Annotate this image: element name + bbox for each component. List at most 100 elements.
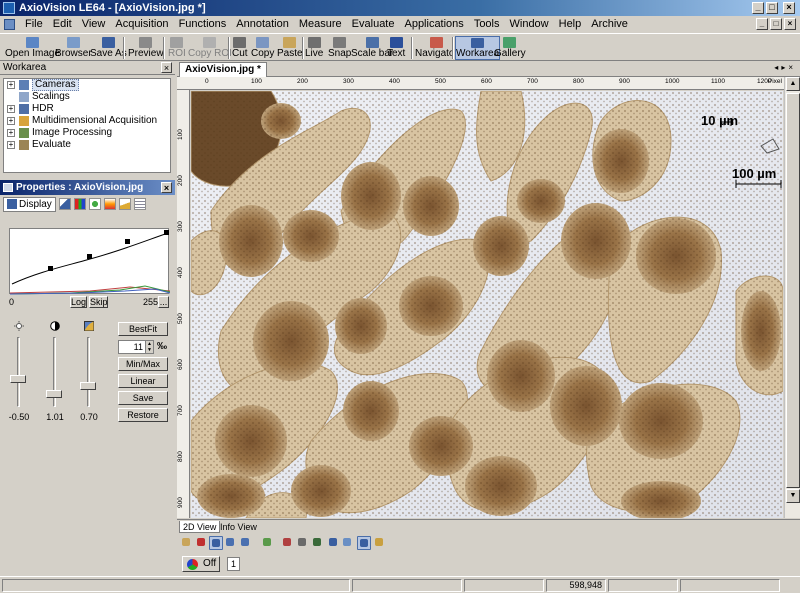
overlay-off-button[interactable]: Off <box>182 556 220 572</box>
menu-tools[interactable]: Tools <box>469 18 505 31</box>
scroll-down-arrow[interactable]: ▼ <box>786 489 800 503</box>
microscope-image[interactable]: 10 µm 100 µm <box>191 91 783 518</box>
toolbar-gallery-button[interactable]: Gallery <box>494 36 526 60</box>
scale-bar-large-label[interactable]: 100 µm <box>732 166 776 181</box>
tab-histogram-icon[interactable] <box>58 198 71 210</box>
tree-item-image-processing[interactable]: + Image Processing <box>4 127 170 139</box>
scroll-thumb[interactable] <box>786 93 800 488</box>
minimize-button[interactable]: _ <box>752 2 764 14</box>
expand-icon[interactable]: + <box>7 81 15 89</box>
region-icon[interactable] <box>341 536 355 550</box>
delete-icon[interactable] <box>195 536 209 550</box>
tree-item-evaluate[interactable]: + Evaluate <box>4 139 170 151</box>
toolbar-roi-button[interactable]: ROI <box>168 36 186 60</box>
tab-2d-view[interactable]: 2D View <box>179 521 221 533</box>
contrast-slider[interactable] <box>45 337 65 407</box>
histogram-more-button[interactable]: ... <box>158 296 169 308</box>
expand-icon[interactable]: + <box>7 117 15 125</box>
close-button[interactable]: × <box>783 2 795 14</box>
linear-button[interactable]: Linear <box>118 374 168 388</box>
toolbar-browser-button[interactable]: Browser <box>55 36 92 60</box>
tree-item-multidimensional-acquisition[interactable]: + Multidimensional Acquisition <box>4 115 170 127</box>
properties-icon <box>3 183 13 192</box>
properties-close-button[interactable]: × <box>161 182 172 193</box>
log-button[interactable]: Log <box>70 296 87 308</box>
permille-spinner[interactable]: ▲ ▼ <box>145 341 153 353</box>
toolbar-save-as-button[interactable]: Save As <box>90 36 127 60</box>
expand-icon[interactable]: + <box>7 129 15 137</box>
menu-evaluate[interactable]: Evaluate <box>347 18 400 31</box>
menu-annotation[interactable]: Annotation <box>231 18 294 31</box>
pan-icon[interactable] <box>180 536 194 550</box>
menu-file[interactable]: File <box>20 18 48 31</box>
select-icon[interactable] <box>209 536 223 550</box>
gamma-slider[interactable] <box>79 337 99 407</box>
menu-archive[interactable]: Archive <box>586 18 633 31</box>
scroll-up-arrow[interactable]: ▲ <box>786 77 800 91</box>
scale-bar-small-label[interactable]: 10 µm <box>701 113 738 128</box>
tab-channels-icon[interactable] <box>73 198 86 210</box>
line-tool-icon[interactable] <box>311 536 325 550</box>
tab-nav-arrows[interactable]: ◂▸× <box>774 63 796 72</box>
measure-icon[interactable] <box>296 536 310 550</box>
image-vertical-scrollbar[interactable]: ▲ ▼ <box>784 77 800 518</box>
doc-close-button[interactable]: × <box>784 18 796 30</box>
color-icon[interactable] <box>281 536 295 550</box>
tree-item-scalings[interactable]: Scalings <box>4 91 170 103</box>
zoom-in-icon[interactable] <box>224 536 238 550</box>
histogram-graph[interactable] <box>9 228 170 295</box>
menu-window[interactable]: Window <box>505 18 554 31</box>
tab-color-icon[interactable] <box>88 198 101 210</box>
doc-restore-button[interactable]: □ <box>770 18 782 30</box>
menu-applications[interactable]: Applications <box>399 18 468 31</box>
document-tab[interactable]: AxioVision.jpg * <box>179 62 267 77</box>
brightness-slider-thumb[interactable] <box>10 375 26 383</box>
tab-palette-icon[interactable] <box>103 198 116 210</box>
page-number-field[interactable]: 1 <box>227 557 240 571</box>
pen-icon[interactable] <box>373 536 387 550</box>
menu-functions[interactable]: Functions <box>174 18 232 31</box>
menu-acquisition[interactable]: Acquisition <box>110 18 173 31</box>
restore-button[interactable]: Restore <box>118 408 168 422</box>
gamma-slider-thumb[interactable] <box>80 382 96 390</box>
toolbar-open-image-button[interactable]: Open Image <box>5 36 60 60</box>
ruler-left-tick: 200 <box>177 175 184 186</box>
workarea-close-button[interactable]: × <box>161 62 172 73</box>
bestfit-button[interactable]: BestFit <box>118 322 168 336</box>
save-display-button[interactable]: Save <box>118 391 168 405</box>
menu-help[interactable]: Help <box>554 18 587 31</box>
brightness-slider[interactable] <box>9 337 29 407</box>
permille-input[interactable]: 11 ▲ ▼ <box>118 340 154 354</box>
skip-button[interactable]: Skip <box>89 296 108 308</box>
tab-info-view[interactable]: Info View <box>217 521 260 533</box>
toolbar-copy-roi-button[interactable]: Copy ROI <box>188 36 232 60</box>
toolbar-cut-button[interactable]: Cut <box>232 36 248 60</box>
tab-gamma-icon[interactable] <box>118 198 131 210</box>
copy-roi-icon <box>203 37 217 48</box>
menu-view[interactable]: View <box>77 18 111 31</box>
maximize-button[interactable]: □ <box>766 2 778 14</box>
frame-icon[interactable] <box>261 536 275 550</box>
zoom-out-icon[interactable] <box>239 536 253 550</box>
contrast-slider-thumb[interactable] <box>46 390 62 398</box>
tree-item-hdr[interactable]: + HDR <box>4 103 170 115</box>
expand-icon[interactable]: + <box>7 105 15 113</box>
angle-tool-icon[interactable] <box>327 536 341 550</box>
workarea-view-icon[interactable] <box>357 536 371 550</box>
tab-info-icon[interactable] <box>133 198 146 210</box>
tree-item-cameras[interactable]: + Cameras <box>4 79 170 91</box>
toolbar-snap-button[interactable]: Snap <box>328 36 351 60</box>
toolbar-text-button[interactable]: Text <box>387 36 405 60</box>
menu-edit[interactable]: Edit <box>48 18 77 31</box>
toolbar-paste-button[interactable]: Paste <box>277 36 303 60</box>
document-menu-icon[interactable] <box>4 19 15 30</box>
toolbar-live-button[interactable]: Live <box>305 36 323 60</box>
doc-minimize-button[interactable]: _ <box>756 18 768 30</box>
minmax-button[interactable]: Min/Max <box>118 357 168 371</box>
menu-measure[interactable]: Measure <box>294 18 347 31</box>
ruler-left-tick: 100 <box>177 129 184 140</box>
toolbar-copy-button[interactable]: Copy <box>251 36 274 60</box>
tab-display[interactable]: Display <box>3 196 56 212</box>
expand-icon[interactable]: + <box>7 141 15 149</box>
toolbar-preview-button[interactable]: Preview <box>128 36 164 60</box>
